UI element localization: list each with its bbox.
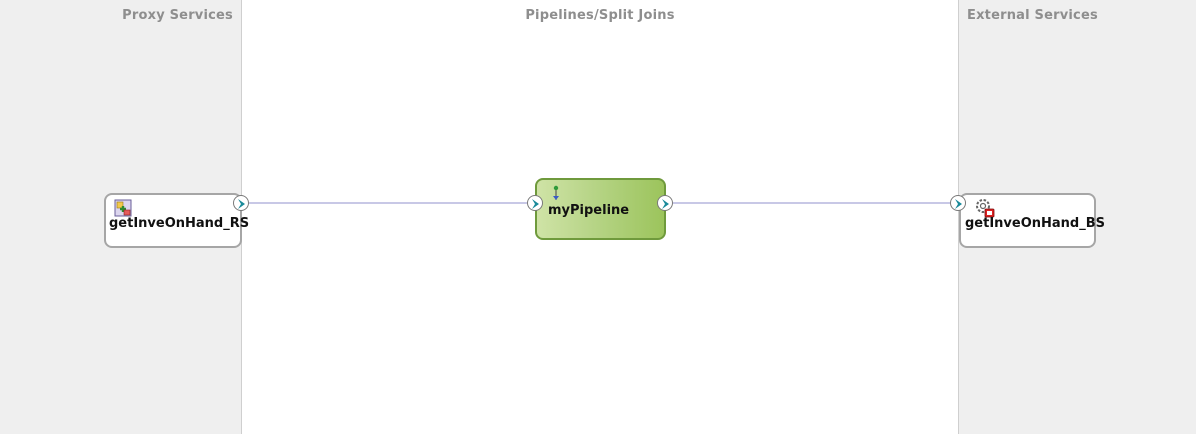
proxy-service-label: getInveOnHand_RS xyxy=(109,216,250,231)
business-service-node[interactable]: getInveOnHand_BS xyxy=(959,193,1105,248)
pipeline-label: myPipeline xyxy=(548,203,630,218)
pipeline-output-port[interactable] xyxy=(657,195,673,211)
business-service-label: getInveOnHand_BS xyxy=(965,216,1106,231)
pipeline-node[interactable]: myPipeline xyxy=(535,178,666,240)
chevron-right-icon xyxy=(238,199,245,209)
business-input-port[interactable] xyxy=(950,195,966,211)
chevron-right-icon xyxy=(955,199,962,209)
chevron-right-icon xyxy=(662,199,669,209)
proxy-service-node[interactable]: getInveOnHand_RS xyxy=(104,193,249,248)
proxy-output-port[interactable] xyxy=(233,195,249,211)
chevron-right-icon xyxy=(532,199,539,209)
pipeline-input-port[interactable] xyxy=(527,195,543,211)
